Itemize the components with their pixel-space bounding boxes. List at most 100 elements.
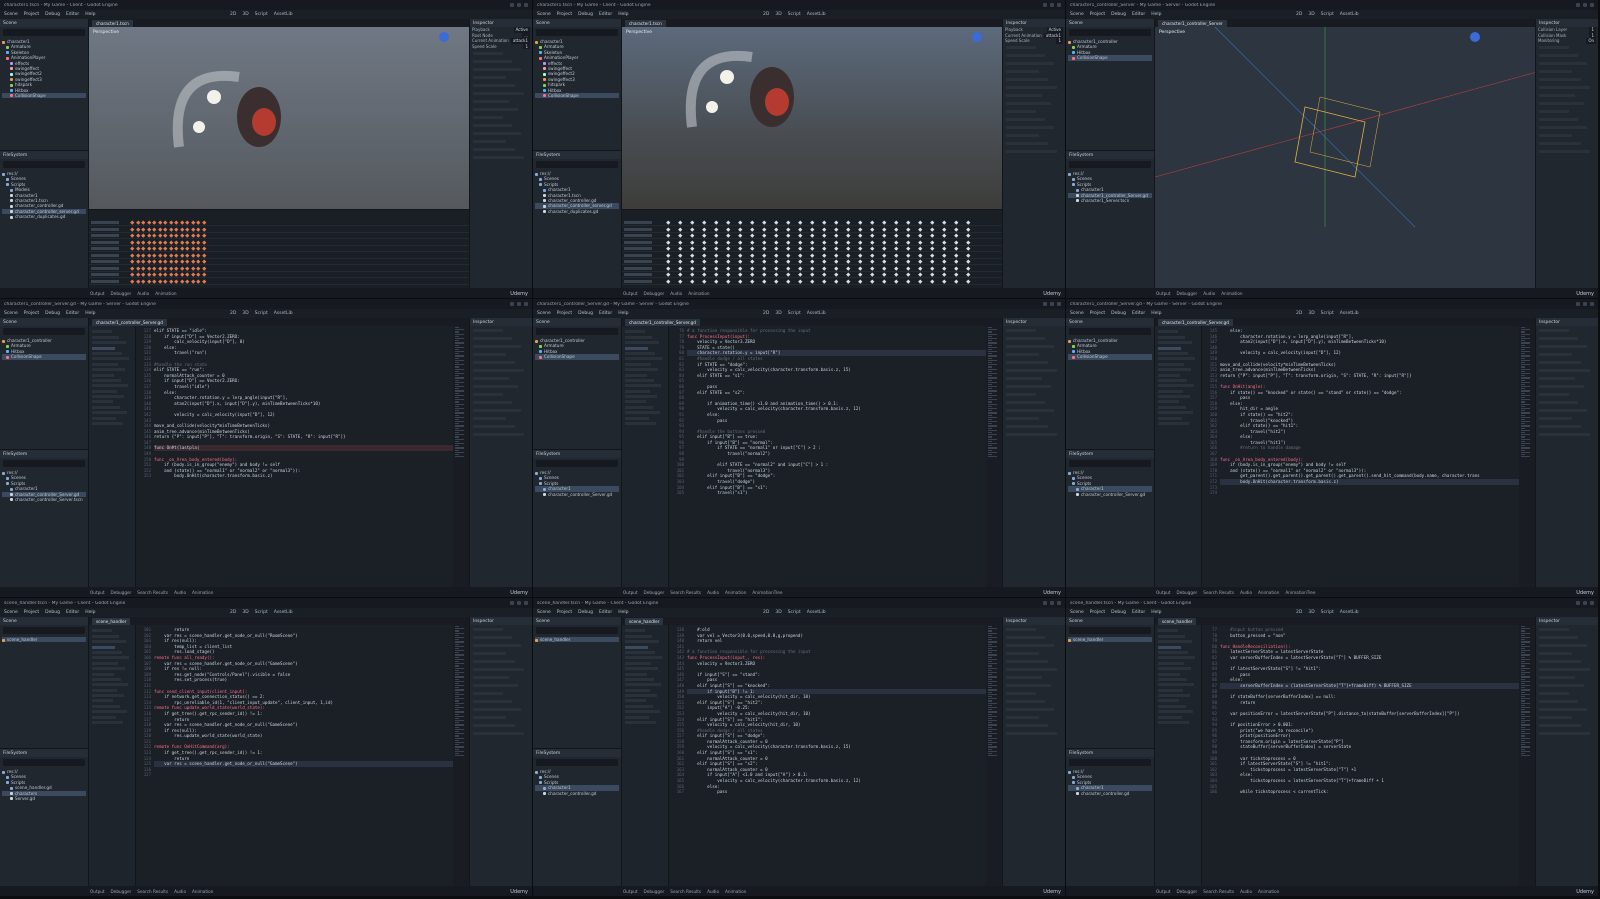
- keyframe[interactable]: [762, 252, 767, 257]
- script-list-item[interactable]: [92, 677, 121, 681]
- workspace-button[interactable]: AssetLib: [807, 311, 826, 316]
- keyframe[interactable]: [762, 265, 767, 270]
- keyframe[interactable]: [894, 252, 899, 257]
- 3d-viewport[interactable]: Perspective: [622, 27, 1002, 209]
- keyframe[interactable]: [130, 239, 135, 244]
- keyframe[interactable]: [942, 239, 947, 244]
- keyframe[interactable]: [152, 278, 157, 283]
- keyframe[interactable]: [762, 272, 767, 277]
- script-list-item[interactable]: [625, 640, 659, 644]
- bottom-panel-tab[interactable]: Output: [623, 590, 638, 595]
- close-icon[interactable]: [1590, 302, 1594, 306]
- keyframe[interactable]: [918, 239, 923, 244]
- script-list-item[interactable]: [92, 640, 126, 644]
- minimize-icon[interactable]: [1576, 601, 1580, 605]
- script-list-item[interactable]: [625, 721, 656, 725]
- script-list-item[interactable]: [1158, 683, 1194, 687]
- bottom-panel-tab[interactable]: Output: [1156, 889, 1171, 894]
- keyframe[interactable]: [894, 246, 899, 251]
- workspace-button[interactable]: AssetLib: [1340, 311, 1359, 316]
- script-list-item[interactable]: [625, 672, 647, 676]
- keyframe[interactable]: [185, 226, 190, 231]
- workspace-button[interactable]: 3D: [242, 610, 248, 615]
- keyframe[interactable]: [174, 239, 179, 244]
- keyframe[interactable]: [786, 239, 791, 244]
- menu-item[interactable]: Editor: [66, 610, 79, 615]
- script-list-item[interactable]: [92, 699, 113, 703]
- keyframe[interactable]: [810, 265, 815, 270]
- keyframe[interactable]: [942, 220, 947, 225]
- inspector-tab[interactable]: Inspector: [1539, 21, 1560, 26]
- workspace-button[interactable]: AssetLib: [274, 610, 293, 615]
- file-item[interactable]: character_controller_Server.gd: [535, 492, 619, 497]
- keyframe[interactable]: [906, 246, 911, 251]
- keyframe[interactable]: [846, 272, 851, 277]
- keyframe[interactable]: [798, 272, 803, 277]
- keyframe[interactable]: [738, 272, 743, 277]
- keyframe[interactable]: [163, 272, 168, 277]
- keyframe[interactable]: [168, 233, 173, 238]
- filesystem-filter-input[interactable]: [1069, 161, 1151, 168]
- filesystem-tab[interactable]: FileSystem: [536, 153, 560, 158]
- keyframe[interactable]: [786, 233, 791, 238]
- keyframe[interactable]: [135, 272, 140, 277]
- script-list-item[interactable]: [1158, 677, 1187, 681]
- keyframe[interactable]: [152, 226, 157, 231]
- keyframe[interactable]: [163, 265, 168, 270]
- keyframe[interactable]: [822, 220, 827, 225]
- keyframe[interactable]: [690, 278, 695, 283]
- menu-item[interactable]: Scene: [4, 12, 18, 17]
- menu-item[interactable]: Scene: [537, 12, 551, 17]
- scene-tab[interactable]: Scene: [1069, 619, 1083, 624]
- menu-item[interactable]: Editor: [1132, 12, 1145, 17]
- keyframe[interactable]: [141, 233, 146, 238]
- keyframe[interactable]: [157, 252, 162, 257]
- animation-track[interactable]: [89, 278, 469, 285]
- keyframe[interactable]: [201, 265, 206, 270]
- keyframe[interactable]: [714, 278, 719, 283]
- scene-filter-input[interactable]: [536, 627, 618, 634]
- keyframe[interactable]: [810, 239, 815, 244]
- keyframe[interactable]: [942, 278, 947, 283]
- bottom-panel-tab[interactable]: Search Results: [137, 590, 168, 595]
- keyframe[interactable]: [146, 246, 151, 251]
- keyframe[interactable]: [738, 246, 743, 251]
- keyframe[interactable]: [882, 265, 887, 270]
- keyframe[interactable]: [870, 259, 875, 264]
- keyframe[interactable]: [822, 252, 827, 257]
- animation-track[interactable]: [89, 239, 469, 246]
- script-list-item[interactable]: [625, 384, 661, 388]
- script-editor[interactable]: 145 146 147 148 149 150 151 152 153 154 155 156 157 1…: [1155, 326, 1535, 587]
- inspector-property[interactable]: Monitoring On: [1536, 38, 1598, 44]
- keyframe[interactable]: [185, 239, 190, 244]
- keyframe[interactable]: [666, 265, 671, 270]
- keyframe[interactable]: [714, 246, 719, 251]
- keyframe[interactable]: [822, 272, 827, 277]
- keyframe[interactable]: [906, 239, 911, 244]
- script-list-item[interactable]: [1158, 411, 1193, 415]
- keyframe[interactable]: [702, 226, 707, 231]
- keyframe[interactable]: [141, 246, 146, 251]
- script-list-item[interactable]: [625, 629, 645, 633]
- keyframe[interactable]: [846, 226, 851, 231]
- bottom-panel-tab[interactable]: Animation: [155, 291, 176, 296]
- animation-track[interactable]: [622, 252, 1002, 259]
- script-list-item[interactable]: [92, 667, 125, 671]
- bottom-panel-tab[interactable]: Audio: [174, 590, 186, 595]
- menu-item[interactable]: Scene: [537, 610, 551, 615]
- bottom-panel-tab[interactable]: Debugger: [111, 291, 132, 296]
- keyframe[interactable]: [882, 272, 887, 277]
- keyframe[interactable]: [738, 252, 743, 257]
- code-line[interactable]: body.OnHit(character.transform.basis.z): [154, 473, 453, 479]
- keyframe[interactable]: [141, 259, 146, 264]
- keyframe[interactable]: [702, 259, 707, 264]
- script-list-item[interactable]: [1158, 395, 1190, 399]
- script-list-item[interactable]: [625, 683, 661, 687]
- filesystem-tab[interactable]: FileSystem: [1069, 153, 1093, 158]
- keyframe[interactable]: [141, 272, 146, 277]
- keyframe[interactable]: [870, 233, 875, 238]
- keyframe[interactable]: [858, 272, 863, 277]
- keyframe[interactable]: [666, 259, 671, 264]
- keyframe[interactable]: [726, 259, 731, 264]
- animation-track[interactable]: [622, 239, 1002, 246]
